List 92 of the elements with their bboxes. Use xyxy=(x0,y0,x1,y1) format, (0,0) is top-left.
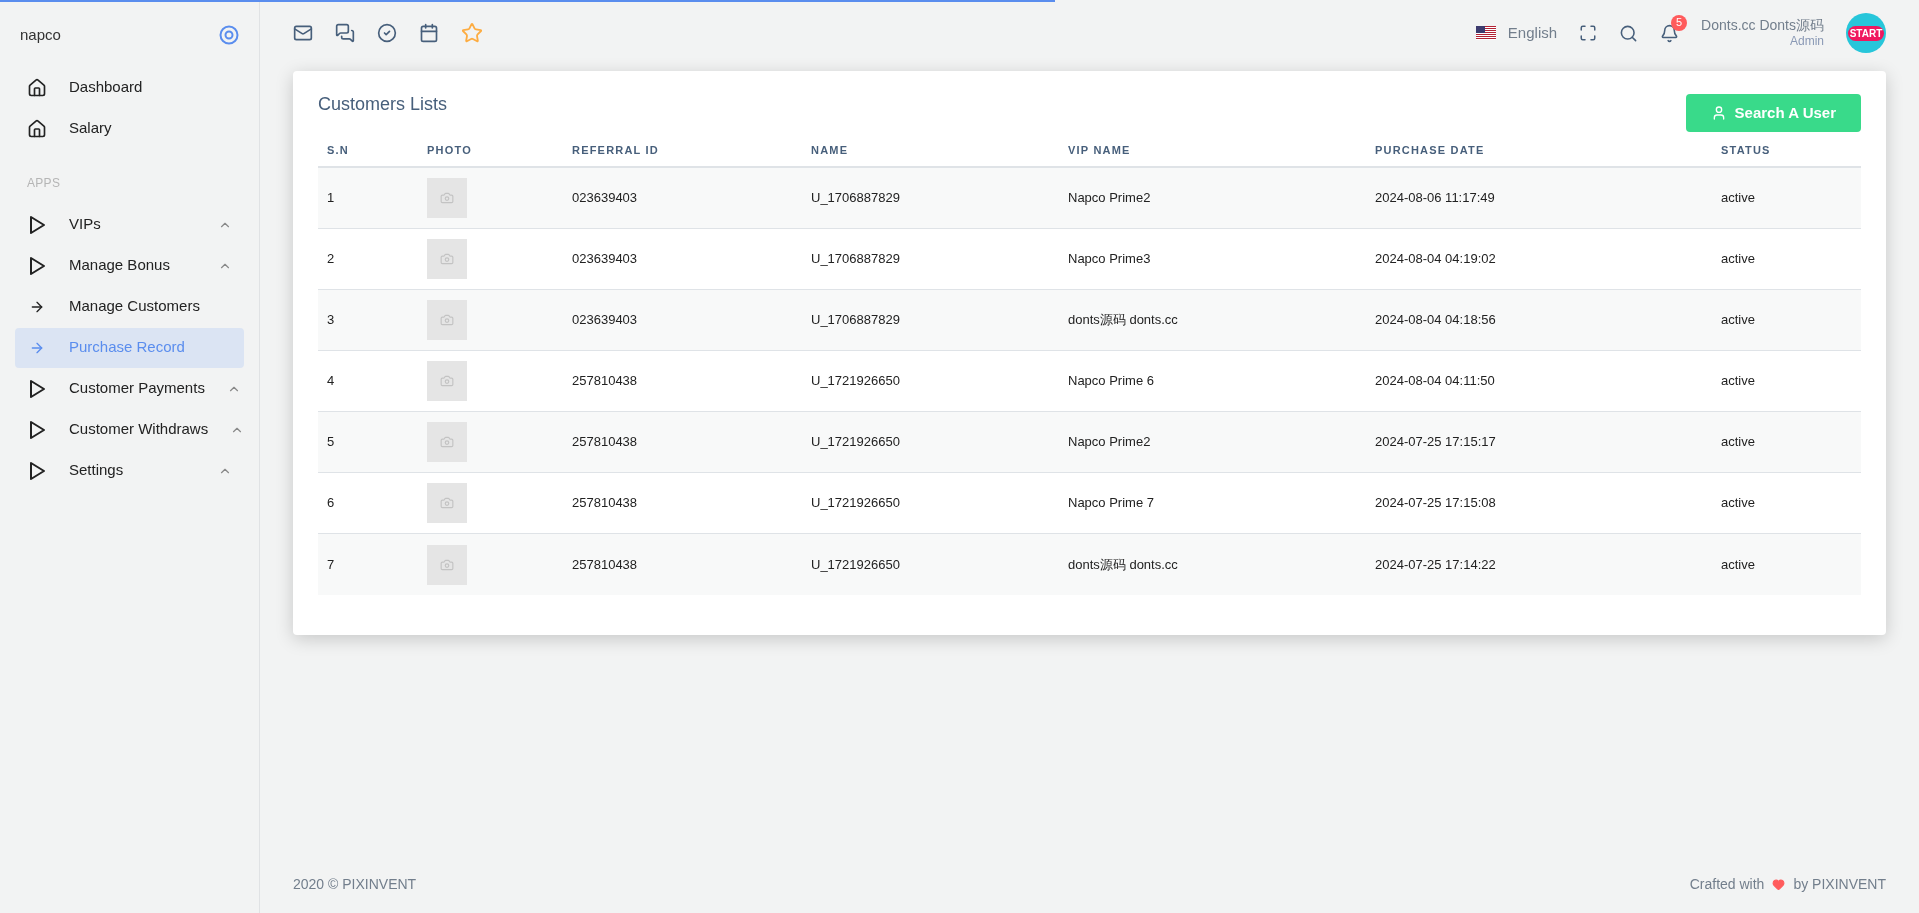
play-triangle-icon xyxy=(27,378,47,399)
table-cell: 257810438 xyxy=(572,495,638,511)
user-name: Donts.cc Donts源码 xyxy=(1701,16,1824,35)
brand-name: napco xyxy=(20,25,61,45)
camera-icon xyxy=(440,313,454,327)
sidebar-item[interactable]: VIPs xyxy=(15,204,244,245)
play-triangle-icon xyxy=(27,214,47,235)
play-triangle-icon xyxy=(27,460,47,481)
table-cell: 5 xyxy=(327,434,335,450)
sidebar-item[interactable]: Manage Bonus xyxy=(15,245,244,286)
section-header: APPS xyxy=(26,174,62,192)
mail-icon[interactable] xyxy=(293,23,313,43)
play-triangle-icon xyxy=(27,419,47,440)
table-cell: 257810438 xyxy=(572,434,638,450)
sidebar-item[interactable]: Customer Withdraws xyxy=(15,409,244,450)
table-cell: 7 xyxy=(327,556,335,572)
table-cell: U_1721926650 xyxy=(811,373,900,389)
target-circle-icon[interactable] xyxy=(219,25,239,46)
table-cell: 2 xyxy=(327,251,335,267)
table-cell: 2024-08-04 04:18:56 xyxy=(1375,312,1496,328)
play-triangle-icon xyxy=(27,255,47,276)
column-header: PURCHASE DATE xyxy=(1375,144,1485,156)
home-icon xyxy=(27,118,47,139)
user-avatar[interactable]: START xyxy=(1846,13,1886,53)
table-cell: Napco Prime 6 xyxy=(1068,373,1154,389)
star-icon[interactable] xyxy=(461,22,483,44)
table-cell: 2024-08-04 04:11:50 xyxy=(1375,373,1495,389)
table-cell: active xyxy=(1721,312,1755,328)
author-text: by PIXINVENT xyxy=(1793,874,1886,894)
table-cell: Napco Prime2 xyxy=(1068,434,1151,450)
check-circle-icon[interactable] xyxy=(377,23,397,43)
language-selector[interactable]: English xyxy=(1475,21,1558,45)
heart-icon xyxy=(1772,877,1786,891)
table-cell: active xyxy=(1721,434,1755,450)
table-cell: 1 xyxy=(327,190,335,206)
table-cell: 023639403 xyxy=(572,190,638,206)
column-header: NAME xyxy=(811,144,849,156)
chat-icon[interactable] xyxy=(335,23,355,43)
table-cell: 2024-08-04 04:19:02 xyxy=(1375,251,1496,267)
sidebar-item[interactable]: Settings xyxy=(15,450,244,491)
search-icon[interactable] xyxy=(1619,23,1639,43)
notification-badge: 5 xyxy=(1671,14,1688,31)
camera-icon xyxy=(440,252,454,266)
camera-icon xyxy=(440,496,454,510)
table-cell: 2024-07-25 17:14:22 xyxy=(1375,556,1496,572)
table-cell: 2024-07-25 17:15:17 xyxy=(1375,434,1496,450)
table-cell: Napco Prime 7 xyxy=(1068,495,1154,511)
table-cell: U_1721926650 xyxy=(811,495,900,511)
column-header: REFERRAL ID xyxy=(572,144,659,156)
camera-icon xyxy=(440,435,454,449)
table-cell: 257810438 xyxy=(572,373,638,389)
user-role: Admin xyxy=(1790,34,1824,50)
camera-icon xyxy=(440,191,454,205)
table-cell: active xyxy=(1721,373,1755,389)
table-cell: active xyxy=(1721,495,1755,511)
table-cell: U_1706887829 xyxy=(811,190,900,206)
calendar-icon[interactable] xyxy=(419,23,439,43)
table-cell: donts源码 donts.cc xyxy=(1068,556,1178,572)
sidebar-item[interactable]: Customer Payments xyxy=(15,368,244,409)
camera-icon xyxy=(440,557,454,572)
fullscreen-icon[interactable] xyxy=(1579,24,1598,42)
table-cell: 4 xyxy=(327,373,335,389)
table-cell: active xyxy=(1721,251,1755,267)
table-cell: Napco Prime3 xyxy=(1068,251,1151,267)
table-cell: 023639403 xyxy=(572,251,638,267)
column-header: STATUS xyxy=(1721,144,1771,156)
column-header: VIP NAME xyxy=(1068,144,1131,156)
table-cell: Napco Prime2 xyxy=(1068,190,1151,206)
table-cell: 2024-07-25 17:15:08 xyxy=(1375,495,1496,511)
column-header: S.N xyxy=(327,144,349,156)
column-header: PHOTO xyxy=(427,144,472,156)
sidebar-item[interactable]: Manage Customers xyxy=(15,286,244,327)
sidebar-item[interactable]: Salary xyxy=(15,108,244,149)
card-title: Customers Lists xyxy=(318,93,448,116)
table-cell: 6 xyxy=(327,495,335,511)
camera-icon xyxy=(440,374,454,388)
table-cell: 023639403 xyxy=(572,312,638,328)
table-cell: 3 xyxy=(327,312,335,328)
flag-icon xyxy=(1475,26,1496,40)
sidebar-item[interactable]: Dashboard xyxy=(15,67,244,108)
table-cell: donts源码 donts.cc xyxy=(1068,312,1178,328)
crafted-text: Crafted with xyxy=(1689,874,1765,894)
table-cell: 2024-08-06 11:17:49 xyxy=(1375,190,1495,206)
home-icon xyxy=(27,77,47,98)
copyright-text: 2020 © PIXINVENT xyxy=(293,874,417,894)
table-cell: active xyxy=(1721,190,1755,206)
table-cell: U_1706887829 xyxy=(811,312,900,328)
table-cell: active xyxy=(1721,556,1755,572)
table-cell: 257810438 xyxy=(572,556,638,572)
table-cell: U_1721926650 xyxy=(811,556,900,572)
table-cell: U_1706887829 xyxy=(811,251,900,267)
table-cell: U_1721926650 xyxy=(811,434,900,450)
